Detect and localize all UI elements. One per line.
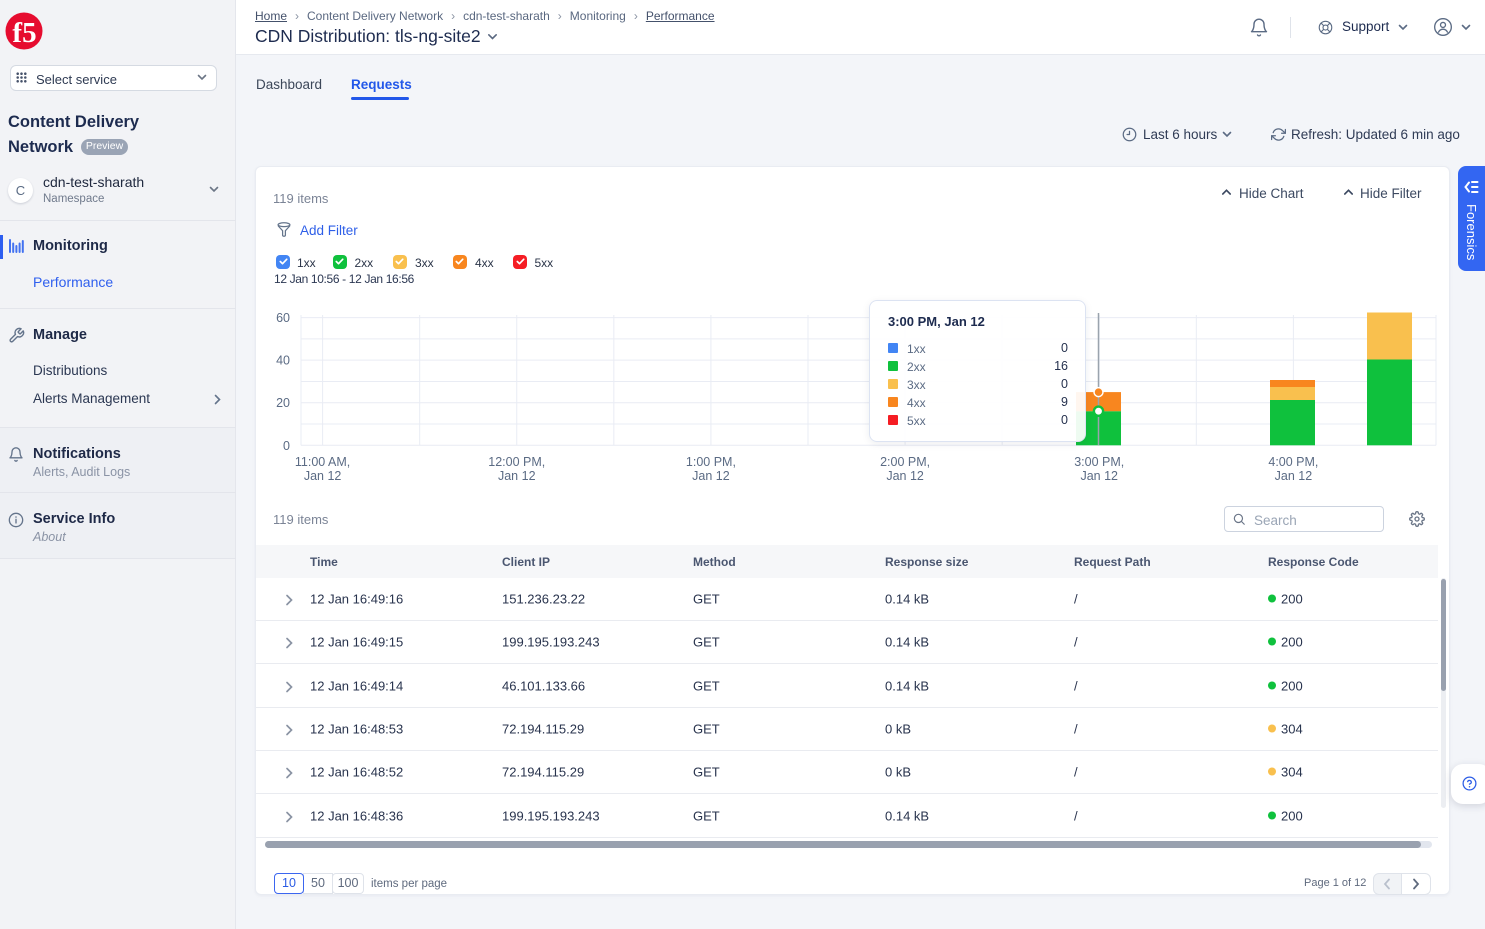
svg-text:Jan 12: Jan 12 [498,469,536,483]
svg-text:Jan 12: Jan 12 [886,469,924,483]
svg-text:1:00 PM,: 1:00 PM, [686,455,736,469]
svg-text:12:00 PM,: 12:00 PM, [488,455,545,469]
svg-text:3:00 PM,: 3:00 PM, [1074,455,1124,469]
svg-text:4:00 PM,: 4:00 PM, [1268,455,1318,469]
svg-text:Jan 12: Jan 12 [1080,469,1118,483]
svg-text:20: 20 [276,396,290,410]
svg-text:Jan 12: Jan 12 [1275,469,1313,483]
svg-text:f5: f5 [12,17,36,49]
svg-text:Jan 12: Jan 12 [692,469,730,483]
svg-text:Jan 12: Jan 12 [304,469,342,483]
svg-text:11:00 AM,: 11:00 AM, [295,455,350,469]
svg-text:0: 0 [283,439,290,453]
svg-text:60: 60 [276,311,290,325]
svg-text:40: 40 [276,354,290,368]
svg-text:2:00 PM,: 2:00 PM, [880,455,930,469]
